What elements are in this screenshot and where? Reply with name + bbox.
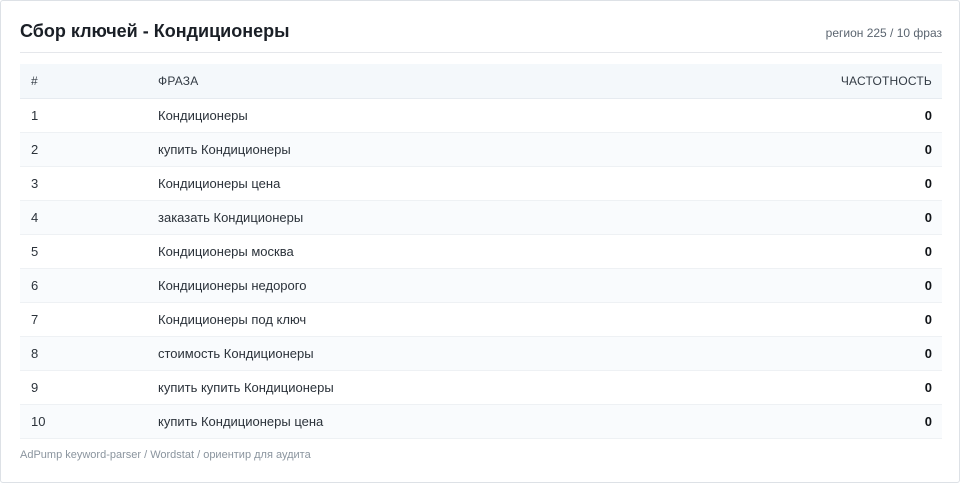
keywords-card: Сбор ключей - Кондиционеры регион 225 / … — [0, 0, 960, 483]
row-number: 3 — [20, 166, 147, 201]
row-frequency: 0 — [742, 132, 942, 167]
card-header: Сбор ключей - Кондиционеры регион 225 / … — [20, 19, 942, 53]
row-phrase: купить купить Кондиционеры — [147, 370, 742, 405]
table-row: 2 купить Кондиционеры 0 — [20, 132, 942, 167]
column-header-frequency: ЧАСТОТНОСТЬ — [742, 64, 942, 99]
row-number: 7 — [20, 302, 147, 337]
row-phrase: купить Кондиционеры — [147, 132, 742, 167]
column-header-number: # — [20, 64, 147, 99]
page-title: Сбор ключей - Кондиционеры — [20, 21, 290, 41]
row-frequency: 0 — [742, 370, 942, 405]
row-frequency: 0 — [742, 336, 942, 371]
keywords-table: # ФРАЗА ЧАСТОТНОСТЬ 1 Кондиционеры 0 2 купит… — [20, 64, 942, 439]
row-number: 9 — [20, 370, 147, 405]
row-frequency: 0 — [742, 166, 942, 201]
region-phrase-count: регион 225 / 10 фраз — [825, 26, 942, 40]
row-phrase: купить Кондиционеры цена — [147, 404, 742, 439]
table-row: 8 стоимость Кондиционеры 0 — [20, 336, 942, 371]
row-number: 4 — [20, 200, 147, 235]
table-row: 9 купить купить Кондиционеры 0 — [20, 370, 942, 405]
row-phrase: Кондиционеры под ключ — [147, 302, 742, 337]
row-number: 10 — [20, 404, 147, 439]
column-header-phrase: ФРАЗА — [147, 64, 742, 99]
row-number: 5 — [20, 234, 147, 269]
row-phrase: Кондиционеры недорого — [147, 268, 742, 303]
table-row: 6 Кондиционеры недорого 0 — [20, 268, 942, 303]
row-frequency: 0 — [742, 404, 942, 439]
row-number: 6 — [20, 268, 147, 303]
table-row: 10 купить Кондиционеры цена 0 — [20, 404, 942, 439]
row-phrase: заказать Кондиционеры — [147, 200, 742, 235]
row-number: 1 — [20, 98, 147, 133]
table-row: 1 Кондиционеры 0 — [20, 98, 942, 133]
row-phrase: Кондиционеры москва — [147, 234, 742, 269]
table-header-row: # ФРАЗА ЧАСТОТНОСТЬ — [20, 64, 942, 99]
row-phrase: Кондиционеры цена — [147, 166, 742, 201]
row-phrase: стоимость Кондиционеры — [147, 336, 742, 371]
row-frequency: 0 — [742, 200, 942, 235]
row-frequency: 0 — [742, 234, 942, 269]
table-row: 4 заказать Кондиционеры 0 — [20, 200, 942, 235]
row-number: 8 — [20, 336, 147, 371]
row-frequency: 0 — [742, 268, 942, 303]
row-frequency: 0 — [742, 98, 942, 133]
table-row: 3 Кондиционеры цена 0 — [20, 166, 942, 201]
table-row: 7 Кондиционеры под ключ 0 — [20, 302, 942, 337]
row-number: 2 — [20, 132, 147, 167]
footer-note: AdPump keyword-parser / Wordstat / ориен… — [20, 449, 311, 461]
row-frequency: 0 — [742, 302, 942, 337]
row-phrase: Кондиционеры — [147, 98, 742, 133]
table-row: 5 Кондиционеры москва 0 — [20, 234, 942, 269]
